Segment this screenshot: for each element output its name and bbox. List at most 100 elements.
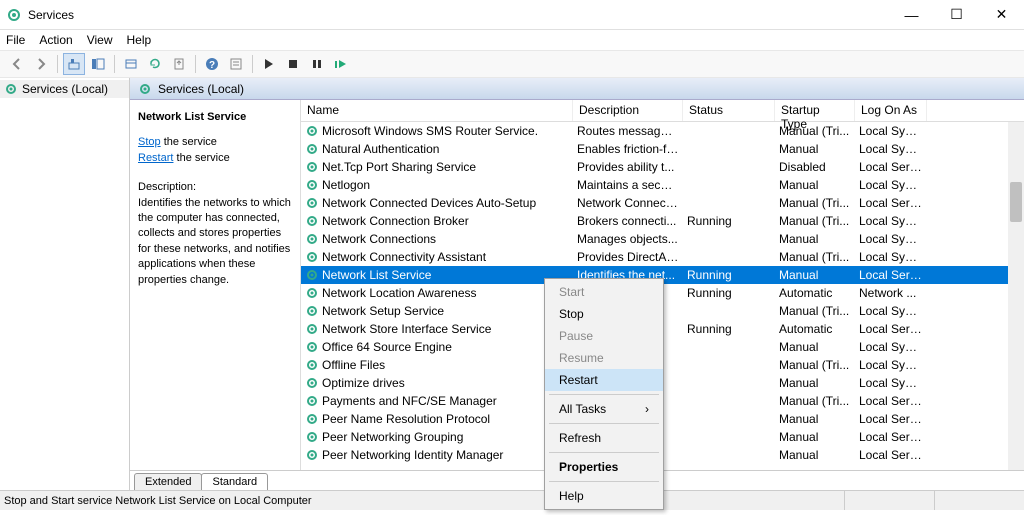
context-menu-item-stop[interactable]: Stop	[545, 303, 663, 325]
selected-service-name: Network List Service	[138, 110, 292, 125]
service-desc: Network Connect...	[573, 196, 683, 210]
statusbar-pane-2	[934, 491, 1024, 510]
gear-icon	[305, 124, 319, 138]
panel-header-title: Services (Local)	[158, 82, 244, 96]
stop-service-link[interactable]: Stop	[138, 136, 161, 148]
context-menu-item-pause: Pause	[545, 325, 663, 347]
service-logon: Local Serv...	[855, 322, 927, 336]
help-toolbar-button[interactable]: ?	[201, 53, 223, 75]
refresh-button[interactable]	[144, 53, 166, 75]
menu-view[interactable]: View	[87, 33, 113, 47]
minimize-button[interactable]: —	[889, 0, 934, 30]
service-name: Optimize drives	[322, 376, 405, 390]
service-logon: Local Syst...	[855, 232, 927, 246]
pause-service-button[interactable]	[306, 53, 328, 75]
context-menu-item-help[interactable]: Help	[545, 485, 663, 507]
gear-icon	[305, 340, 319, 354]
context-menu-item-properties[interactable]: Properties	[545, 456, 663, 478]
context-menu-item-refresh[interactable]: Refresh	[545, 427, 663, 449]
explorer-button[interactable]	[120, 53, 142, 75]
service-logon: Local Serv...	[855, 412, 927, 426]
service-name: Network List Service	[322, 268, 431, 282]
scrollbar-thumb[interactable]	[1010, 182, 1022, 222]
menu-help[interactable]: Help	[127, 33, 152, 47]
restart-service-button[interactable]	[330, 53, 352, 75]
gear-icon	[138, 82, 152, 96]
restart-service-link[interactable]: Restart	[138, 152, 173, 164]
service-status: Running	[683, 214, 775, 228]
forward-button[interactable]	[30, 53, 52, 75]
window-title: Services	[28, 8, 74, 22]
service-name: Network Connections	[322, 232, 436, 246]
service-row[interactable]: NetlogonMaintains a secur...ManualLocal …	[301, 176, 1024, 194]
service-startup: Manual (Tri...	[775, 358, 855, 372]
service-status: Running	[683, 286, 775, 300]
service-logon: Local Syst...	[855, 376, 927, 390]
tree-item-services-local[interactable]: Services (Local)	[0, 80, 129, 98]
service-logon: Local Syst...	[855, 178, 927, 192]
context-menu-item-restart[interactable]: Restart	[545, 369, 663, 391]
service-name: Payments and NFC/SE Manager	[322, 394, 497, 408]
col-header-logon[interactable]: Log On As	[855, 100, 927, 121]
service-startup: Manual	[775, 430, 855, 444]
service-row[interactable]: Microsoft Windows SMS Router Service.Rou…	[301, 122, 1024, 140]
gear-icon	[305, 214, 319, 228]
service-logon: Local Serv...	[855, 160, 927, 174]
stop-service-button[interactable]	[282, 53, 304, 75]
services-app-icon	[6, 7, 22, 23]
col-header-description[interactable]: Description	[573, 100, 683, 121]
gear-icon	[305, 268, 319, 282]
service-name: Network Connectivity Assistant	[322, 250, 486, 264]
gear-icon	[305, 376, 319, 390]
description-label: Description:	[138, 180, 292, 195]
service-row[interactable]: Network ConnectionsManages objects...Man…	[301, 230, 1024, 248]
show-hide-tree-button[interactable]	[87, 53, 109, 75]
stop-service-line: Stop the service	[138, 135, 292, 150]
start-service-button[interactable]	[258, 53, 280, 75]
statusbar-pane-1	[844, 491, 934, 510]
context-menu-item-start: Start	[545, 281, 663, 303]
up-button[interactable]	[63, 53, 85, 75]
service-name: Peer Networking Identity Manager	[322, 448, 503, 462]
col-header-startup[interactable]: Startup Type	[775, 100, 855, 121]
col-header-name[interactable]: Name	[301, 100, 573, 121]
gear-icon	[305, 142, 319, 156]
service-row[interactable]: Net.Tcp Port Sharing ServiceProvides abi…	[301, 158, 1024, 176]
service-row[interactable]: Network Connection BrokerBrokers connect…	[301, 212, 1024, 230]
service-row[interactable]: Network Connectivity AssistantProvides D…	[301, 248, 1024, 266]
maximize-button[interactable]: ☐	[934, 0, 979, 30]
statusbar-text: Stop and Start service Network List Serv…	[4, 495, 312, 507]
service-startup: Manual	[775, 142, 855, 156]
tab-extended[interactable]: Extended	[134, 473, 202, 490]
properties-toolbar-button[interactable]	[225, 53, 247, 75]
service-desc: Provides ability t...	[573, 160, 683, 174]
back-button[interactable]	[6, 53, 28, 75]
col-header-status[interactable]: Status	[683, 100, 775, 121]
service-logon: Local Syst...	[855, 304, 927, 318]
service-startup: Manual	[775, 448, 855, 462]
gear-icon	[305, 286, 319, 300]
service-logon: Network ...	[855, 286, 927, 300]
svg-text:?: ?	[209, 60, 215, 71]
service-desc: Routes messages...	[573, 124, 683, 138]
service-row[interactable]: Natural AuthenticationEnables friction-f…	[301, 140, 1024, 158]
service-logon: Local Serv...	[855, 394, 927, 408]
service-startup: Manual (Tri...	[775, 124, 855, 138]
gear-icon	[305, 304, 319, 318]
service-name: Network Store Interface Service	[322, 322, 491, 336]
export-button[interactable]	[168, 53, 190, 75]
close-button[interactable]: ✕	[979, 0, 1024, 30]
service-row[interactable]: Network Connected Devices Auto-Setup Netw…	[301, 194, 1024, 212]
context-menu-item-all-tasks[interactable]: All Tasks	[545, 398, 663, 420]
menu-action[interactable]: Action	[39, 33, 72, 47]
menu-file[interactable]: File	[6, 33, 25, 47]
service-startup: Manual	[775, 232, 855, 246]
vertical-scrollbar[interactable]	[1008, 122, 1024, 470]
service-logon: Local Syst...	[855, 358, 927, 372]
context-menu-separator	[549, 394, 659, 395]
service-name: Network Connected Devices Auto-Setup	[322, 196, 536, 210]
statusbar: Stop and Start service Network List Serv…	[0, 490, 1024, 510]
gear-icon	[305, 394, 319, 408]
detail-pane: Network List Service Stop the service Re…	[130, 100, 300, 470]
tab-standard[interactable]: Standard	[201, 473, 268, 490]
